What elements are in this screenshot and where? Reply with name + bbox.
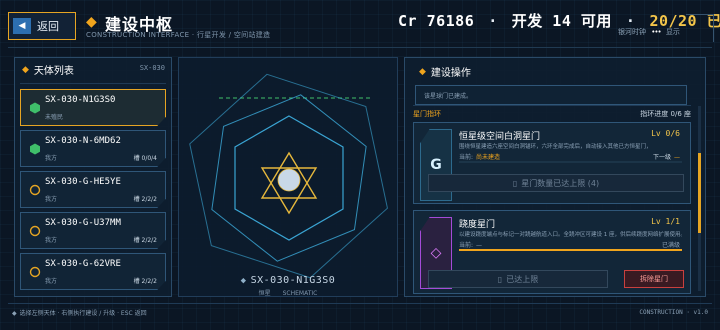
build-card-jump-gate: ◇ 跷度星门 Lv 1/1 以建设跷度端点与标记一对跷越航道入口。全跷冲区可建设… [413,210,691,294]
current-value: — [476,242,483,249]
card-current: 当前: 尚未建造 [459,152,500,161]
celestial-list-panel: ◆ 天体列表 SX-030 SX-030-N1G3S0 未殖民 SX-030-N… [14,57,172,297]
current-label: 当前: [459,242,474,249]
back-button[interactable]: ◀ 返回 [8,12,76,40]
current-value: 尚未建造 [476,154,501,161]
lock-icon: ▯ [512,178,518,188]
celestial-item-status: 我方 [45,196,58,203]
celestial-item-name: SX-030-G-U37MM [45,218,121,228]
upgrade-button-label: 已达上限 [506,274,539,284]
card-description: 围绕恒星建造六座空间白洞锚环，六环全部完成后，自动接入其他已方恒星门， [459,144,652,150]
lock-icon: ▯ [497,274,503,284]
scrollbar-thumb[interactable] [698,153,701,233]
star-core[interactable] [277,168,301,192]
construction-panel: ◆ 建设操作 该星球门已建成。 星门指环 指环进度 0/6 座 G 恒星级空间白… [404,57,706,297]
next-label: 下一级 [652,154,671,161]
section-label: 星门指环 [413,110,441,118]
schematic-panel: ◆ SX-030-N1G3S0 恒星 SCHEMATIC [178,57,398,297]
celestial-item-status: 我方 [45,237,58,244]
system-code: SX-030 [139,64,165,72]
footer-bar: ◆ 选择左侧天体 · 右侧执行建设 / 升级 · ESC 返回 CONSTRUCT… [8,303,712,321]
selected-body-sub: 恒星 SCHEMATIC [179,288,397,297]
celestial-item[interactable]: SX-030-N-6MD62 我方 槽 0/0/4 [20,130,166,167]
card-level: Lv 0/6 [651,129,680,138]
next-label: 已满级 [661,242,680,249]
celestial-item-name: SX-030-G-HE5YE [45,177,121,187]
ring-icon [29,184,41,196]
celestial-item-name: SX-030-G-62VRE [45,259,121,269]
dev-value: 开发 14 可用 [511,12,612,30]
footer-hint: ◆ 选择左侧天体 · 右侧执行建设 / 升级 · ESC 返回 [12,308,147,317]
celestial-item[interactable]: SX-030-G-HE5YE 我方 槽 2/2/2 [20,171,166,208]
ring-icon [29,266,41,278]
back-arrow-icon: ◀ [13,18,31,34]
celestial-item-slots: 槽 2/2/2 [133,237,157,244]
footer-hint-text: 选择左侧天体 · 右侧执行建设 / 升级 · ESC 返回 [19,310,147,317]
celestial-item-name: SX-030-N1G3S0 [45,95,116,105]
star-schematic [189,73,388,279]
hud-dots-icon[interactable]: ••• [651,28,661,36]
card-next: 已满级 [662,240,680,249]
credits-value: Cr 76186 [398,12,475,30]
upgrade-button-disabled[interactable]: ▯ 已达上限 [428,270,608,288]
section-progress: 指环进度 0/6 座 [640,110,691,118]
planet-icon [30,143,40,155]
card-title: 跷度星门 [459,220,496,230]
build-button-label: 星门数量已达上限 (4) [521,178,600,188]
celestial-item-status: 未殖民 [45,114,64,121]
gate-glyph: ◇ [430,245,442,261]
build-button-disabled[interactable]: ▯ 星门数量已达上限 (4) [428,174,684,192]
hud-right-label: 显示 [665,28,680,36]
hud-left-label: 银河时钟 [618,28,646,36]
diamond-icon: ◆ [240,276,247,286]
gate-glyph: G [430,157,442,173]
construction-title: 建设操作 [430,68,471,79]
header-divider [8,47,712,48]
selected-body-type: 恒星 [258,290,271,297]
corner-frame [686,14,714,42]
celestial-item[interactable]: SX-030-G-62VRE 我方 槽 2/2/2 [20,253,166,290]
card-title: 恒星级空间白洞星门 [459,132,541,142]
ring-icon [29,225,41,237]
celestial-item-status: 我方 [45,155,58,162]
card-level: Lv 1/1 [651,217,680,226]
selected-body-name: SX-030-N1G3S0 [250,275,336,286]
demolish-button[interactable]: 拆除星门 [624,270,684,288]
celestial-item[interactable]: SX-030-G-U37MM 我方 槽 2/2/2 [20,212,166,249]
celestial-list-title: 天体列表 [33,66,74,77]
build-card-stellar-gate: G 恒星级空间白洞星门 Lv 0/6 围绕恒星建造六座空间白洞锚环，六环全部完成… [413,122,691,204]
title-diamond-icon: ◆ [86,14,97,30]
celestial-item[interactable]: SX-030-N1G3S0 未殖民 [20,89,166,126]
page-subtitle: CONSTRUCTION INTERFACE · 行星开发 / 空间站建造 [86,31,271,39]
next-value: — [674,154,680,161]
selected-body-label: ◆ SX-030-N1G3S0 [179,275,397,286]
card-progress-bar [459,161,682,163]
schematic-label: SCHEMATIC [282,290,318,297]
card-progress-bar [459,249,682,251]
construction-header: ◆ 建设操作 [411,62,699,80]
card-current: 当前: — [459,240,482,249]
footer-version: CONSTRUCTION · v1.0 [639,309,708,316]
celestial-list: SX-030-N1G3S0 未殖民 SX-030-N-6MD62 我方 槽 0/… [20,89,166,290]
back-label: 返回 [37,20,59,33]
hud-mini: 银河时钟 ••• 显示 [618,27,680,37]
diamond-icon: ◆ [22,64,29,75]
current-label: 当前: [459,154,474,161]
celestial-item-status: 我方 [45,278,58,285]
celestial-item-slots: 槽 2/2/2 [133,196,157,203]
construction-note: 该星球门已建成。 [415,85,687,105]
card-progress-fill [459,249,682,251]
ring-section-bar: 星门指环 指环进度 0/6 座 [413,105,691,119]
planet-icon [30,102,40,114]
celestial-item-slots: 槽 2/2/2 [133,278,157,285]
card-description: 以建设跷度端点与标记一对跷越航道入口。全跷冲区可建设 1 座，供后续跷度网络扩展… [459,232,682,238]
diamond-icon: ◆ [419,66,426,77]
celestial-item-slots: 槽 0/0/4 [133,155,157,162]
celestial-item-name: SX-030-N-6MD62 [45,136,121,146]
diamond-icon: ◆ [12,310,17,317]
card-next: 下一级 — [653,152,680,161]
